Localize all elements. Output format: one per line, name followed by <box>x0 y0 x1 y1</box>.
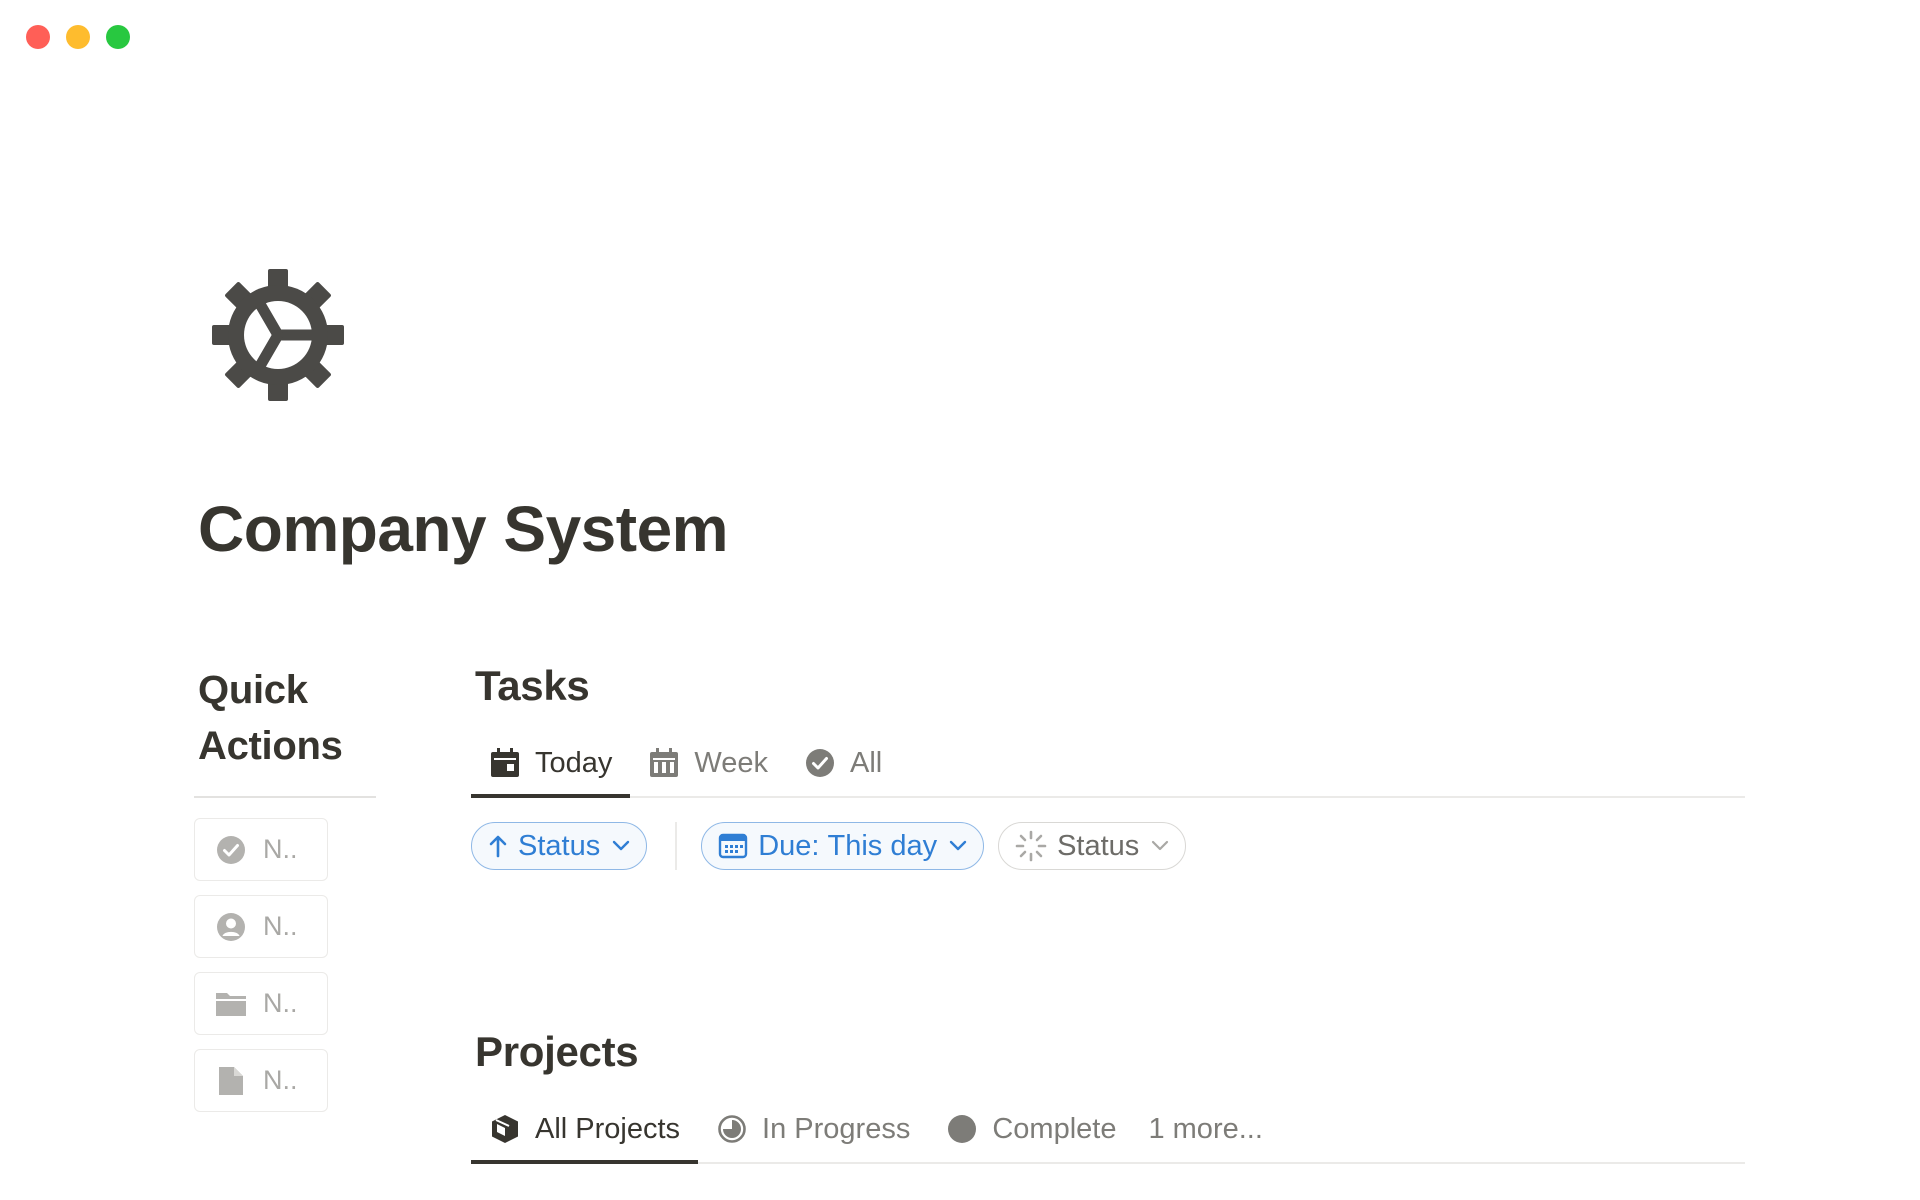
tasks-section: Tasks Today Week All Status Due: This da… <box>471 662 1745 870</box>
half-circle-icon <box>716 1113 748 1145</box>
loading-spinner-icon <box>1015 830 1047 862</box>
status-filter-chip[interactable]: Status <box>998 822 1187 870</box>
tab-all-projects[interactable]: All Projects <box>471 1096 699 1164</box>
new-person-button[interactable]: N.. <box>194 895 328 958</box>
tab-label: All Projects <box>535 1112 681 1145</box>
tab-label: Week <box>694 746 768 779</box>
due-filter-prefix: Due: <box>758 829 820 862</box>
quick-actions-divider <box>194 796 376 798</box>
quick-action-label: N.. <box>263 988 298 1018</box>
calendar-day-icon <box>489 747 521 779</box>
filter-separator <box>675 822 678 870</box>
tab-label: Complete <box>992 1112 1117 1145</box>
user-circle-icon <box>215 911 247 943</box>
due-filter-value: This day <box>827 829 938 862</box>
tab-label: All <box>850 746 883 779</box>
sort-status-chip[interactable]: Status <box>471 822 648 870</box>
quick-actions-heading-line1: Quick <box>198 668 308 712</box>
sort-status-label: Status <box>518 829 601 862</box>
filled-circle-icon <box>946 1113 978 1145</box>
quick-action-label: N.. <box>263 834 298 864</box>
chevron-down-icon <box>1151 840 1169 852</box>
projects-title: Projects <box>475 1028 639 1075</box>
check-circle-icon <box>804 747 836 779</box>
tab-today[interactable]: Today <box>471 730 631 798</box>
box-icon <box>489 1113 521 1145</box>
minimize-window-button[interactable] <box>66 25 90 49</box>
page-title: Company System <box>198 493 729 565</box>
tab-label: In Progress <box>762 1112 911 1145</box>
quick-actions-list: N.. N.. N.. N.. <box>194 818 378 1112</box>
chevron-down-icon <box>949 840 967 852</box>
gear-icon[interactable] <box>210 268 346 402</box>
calendar-week-icon <box>648 747 680 779</box>
new-document-button[interactable]: N.. <box>194 1049 328 1112</box>
tasks-tabs: Today Week All <box>471 730 1745 798</box>
quick-actions-heading-line2: Actions <box>198 724 343 768</box>
arrow-up-icon <box>488 834 508 858</box>
calendar-icon <box>718 833 748 859</box>
quick-action-label: N.. <box>263 911 298 941</box>
status-filter-label: Status <box>1057 829 1140 862</box>
close-window-button[interactable] <box>26 25 50 49</box>
more-views-button[interactable]: 1 more... <box>1134 1096 1280 1162</box>
quick-actions-column: Quick Actions N.. N.. N.. N.. <box>194 662 378 1112</box>
check-circle-icon <box>215 834 247 866</box>
tab-all[interactable]: All <box>786 730 900 796</box>
new-task-button[interactable]: N.. <box>194 818 328 881</box>
tasks-filter-bar: Status Due: This day Status <box>471 822 1745 870</box>
tasks-title: Tasks <box>475 662 590 709</box>
tab-in-progress[interactable]: In Progress <box>698 1096 928 1162</box>
projects-tabs: All Projects In Progress Complete 1 more… <box>471 1096 1745 1164</box>
chevron-down-icon <box>612 840 630 852</box>
zoom-window-button[interactable] <box>106 25 130 49</box>
quick-actions-heading: Quick Actions <box>198 662 378 774</box>
more-views-label: 1 more... <box>1148 1112 1263 1145</box>
projects-section: Projects All Projects In Progress Comple… <box>471 1028 1745 1164</box>
new-project-button[interactable]: N.. <box>194 972 328 1035</box>
window-controls <box>26 25 130 49</box>
due-filter-chip[interactable]: Due: This day <box>701 822 985 870</box>
folder-icon <box>215 988 247 1020</box>
tab-complete[interactable]: Complete <box>928 1096 1134 1162</box>
document-icon <box>215 1065 247 1097</box>
tab-label: Today <box>535 746 613 779</box>
tab-week[interactable]: Week <box>630 730 786 796</box>
quick-action-label: N.. <box>263 1065 298 1095</box>
